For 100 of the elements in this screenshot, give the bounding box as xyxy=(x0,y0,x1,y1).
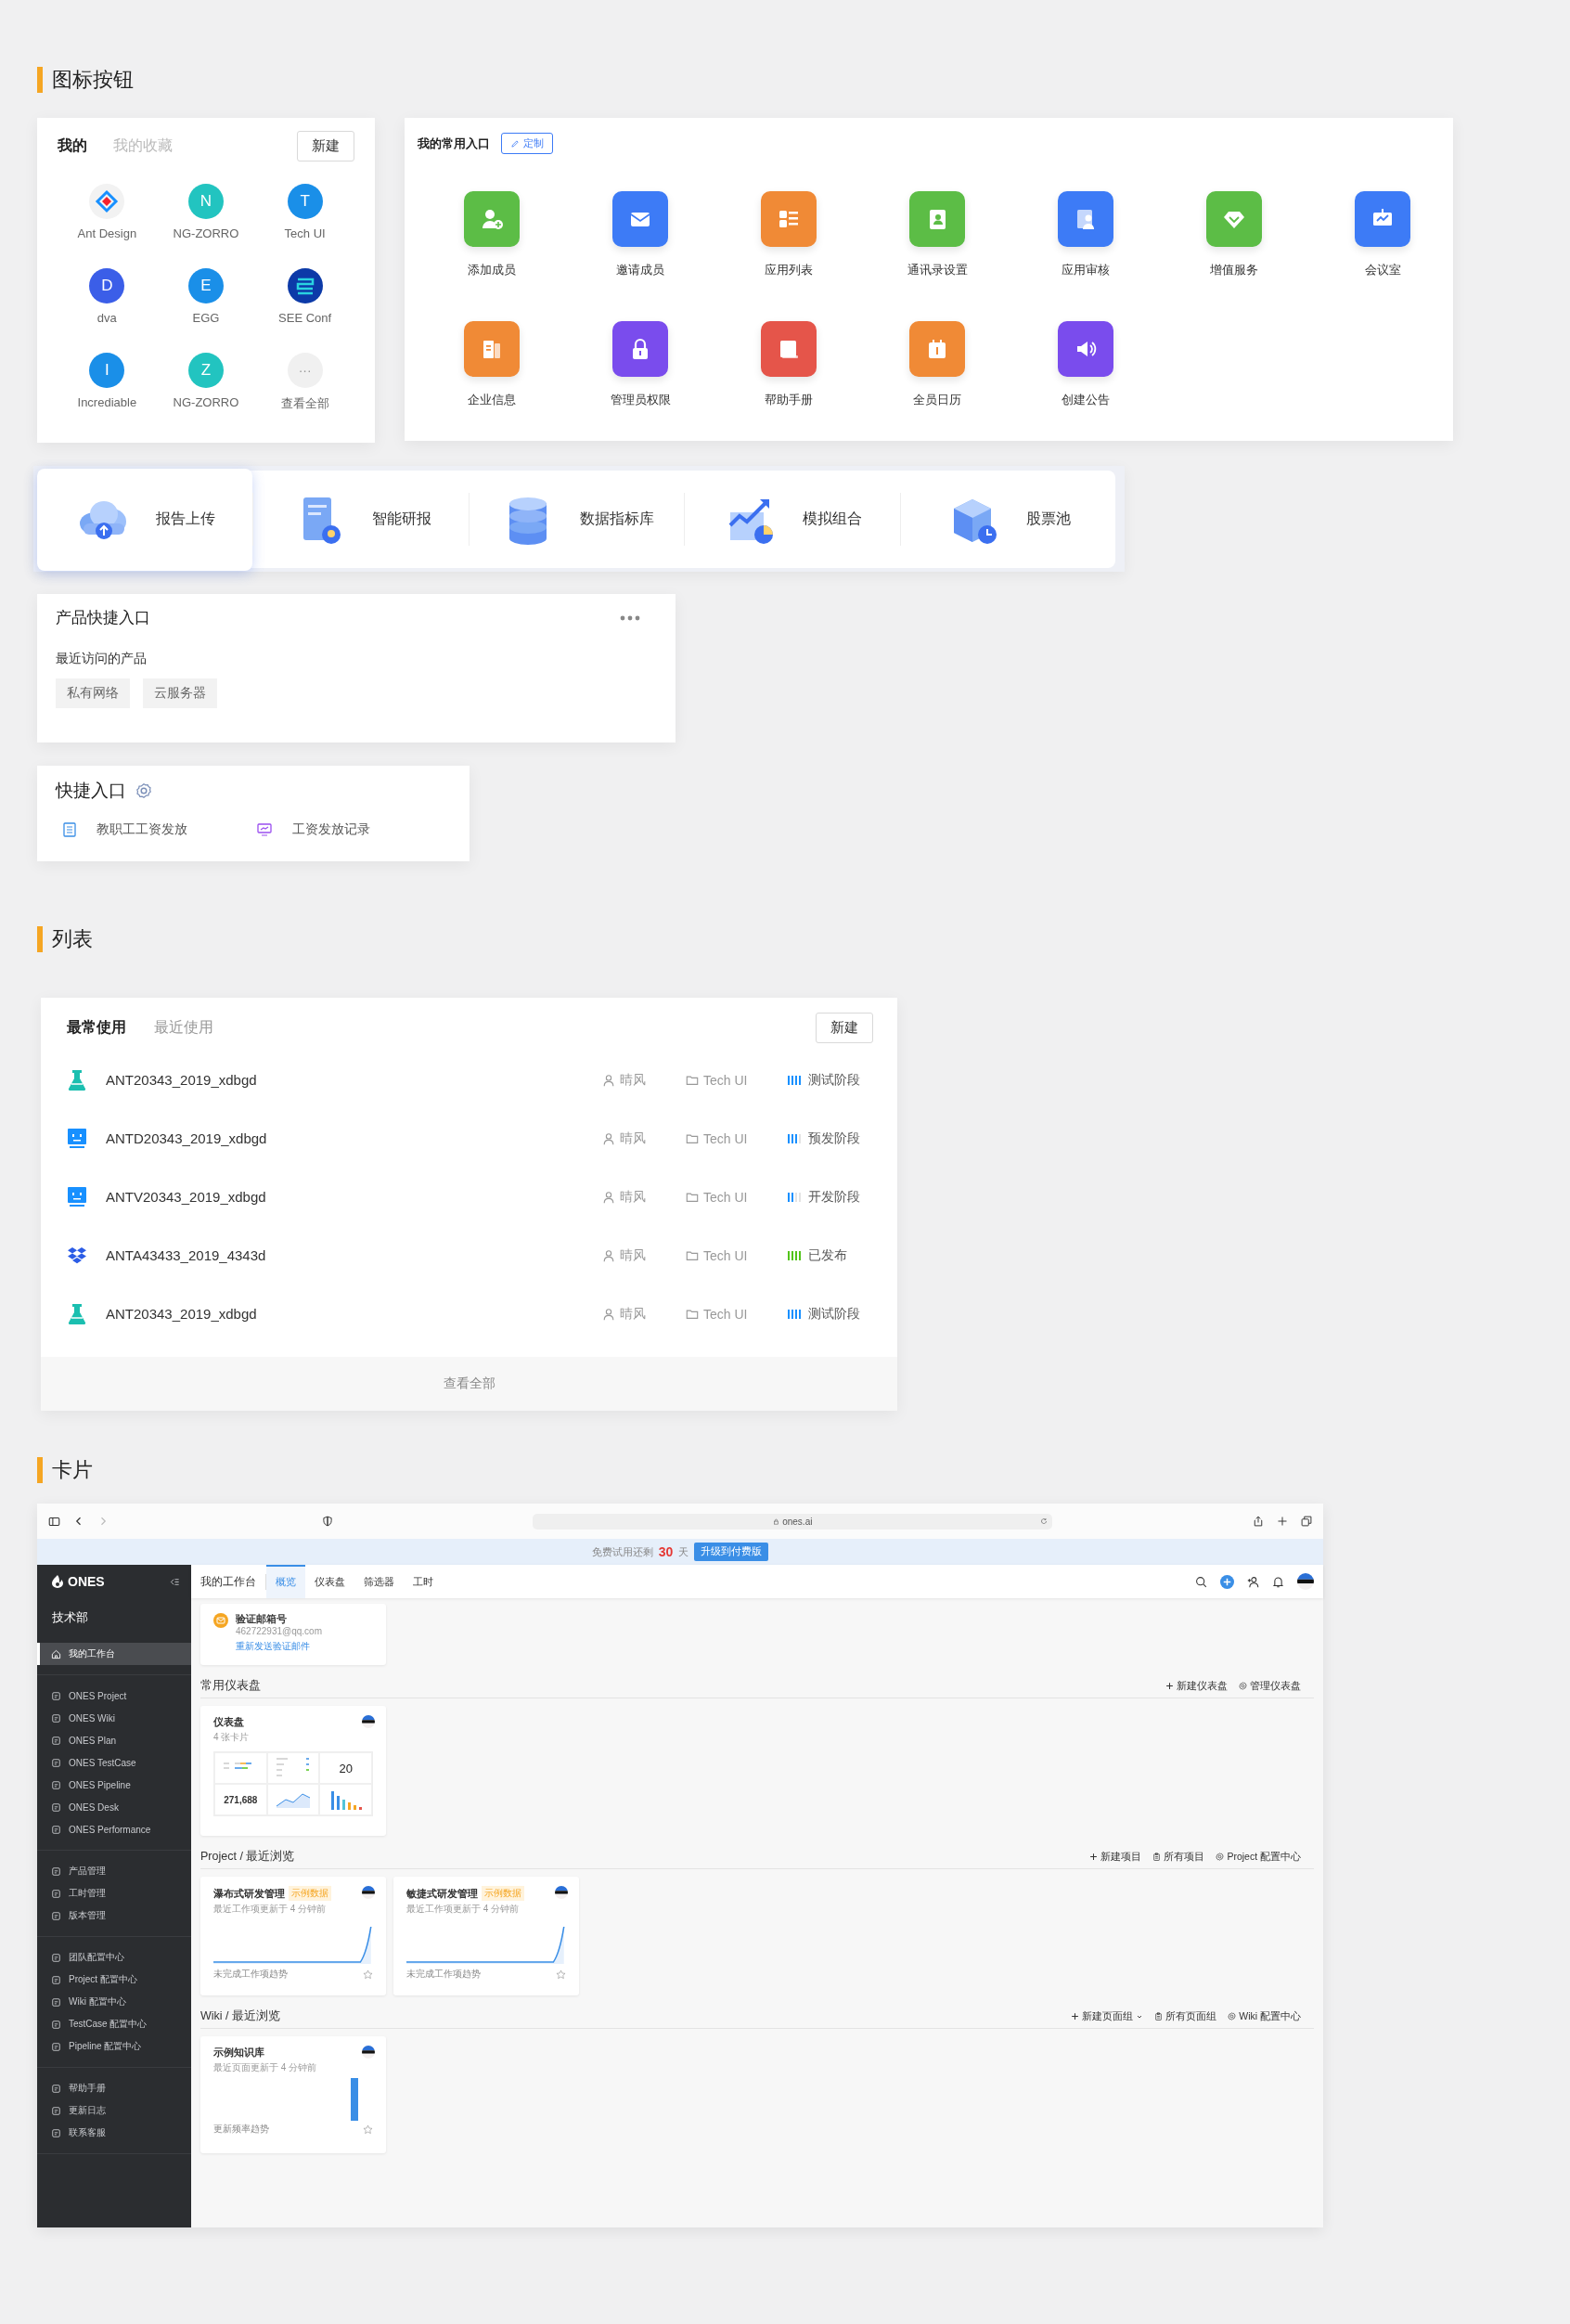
nav-item[interactable]: 工时管理 xyxy=(37,1882,191,1904)
diamond-logo-icon[interactable] xyxy=(89,184,125,219)
product-tag[interactable]: 云服务器 xyxy=(143,678,217,708)
card-title: 产品快捷入口 xyxy=(56,608,150,628)
new-button[interactable]: 新建 xyxy=(297,131,354,161)
nav-item[interactable]: ONES TestCase xyxy=(37,1751,191,1774)
item-name[interactable]: ANT20343_2019_xdbgd xyxy=(106,1072,602,1088)
shortcut-tile[interactable] xyxy=(909,191,965,247)
shortcut-tile[interactable] xyxy=(1206,191,1262,247)
collapse-icon[interactable] xyxy=(170,1576,180,1587)
reload-icon[interactable] xyxy=(1040,1517,1049,1525)
shortcut-tile[interactable] xyxy=(761,191,817,247)
sidebar-icon[interactable] xyxy=(48,1515,60,1528)
tabs-icon[interactable] xyxy=(1300,1516,1312,1527)
create-action[interactable]: 新建项目 xyxy=(1089,1850,1142,1864)
shortcut-tile[interactable] xyxy=(1058,321,1113,377)
address-bar[interactable]: ones.ai xyxy=(533,1513,1053,1530)
item-name[interactable]: ANTD20343_2019_xdbgd xyxy=(106,1130,602,1146)
nav-item[interactable]: 产品管理 xyxy=(37,1860,191,1882)
header-tab[interactable]: 筛选器 xyxy=(354,1565,404,1598)
quick-link[interactable]: 工资发放记录 xyxy=(257,821,451,838)
quick-link[interactable]: 教职工工资发放 xyxy=(63,821,257,838)
plus-icon[interactable] xyxy=(1276,1516,1288,1527)
card-title: 示例知识库 xyxy=(213,2046,264,2059)
nav-item[interactable]: ONES Desk xyxy=(37,1796,191,1818)
nav-item[interactable]: Pipeline 配置中心 xyxy=(37,2035,191,2058)
nav-item[interactable]: 帮助手册 xyxy=(37,2077,191,2099)
shortcut-tile[interactable] xyxy=(1058,191,1113,247)
settings-action[interactable]: Project 配置中心 xyxy=(1216,1850,1301,1864)
shortcut-tile[interactable] xyxy=(909,321,965,377)
header-tab[interactable]: 仪表盘 xyxy=(305,1565,354,1598)
nav-item[interactable]: ONES Project xyxy=(37,1685,191,1707)
list-tab[interactable]: 最常使用 xyxy=(67,1018,126,1038)
dashboard-card[interactable]: 仪表盘 4 张卡片 20 271,688 xyxy=(200,1706,386,1836)
nav-item[interactable]: Wiki 配置中心 xyxy=(37,1991,191,2013)
nav-item[interactable]: ONES Wiki xyxy=(37,1707,191,1729)
project-card[interactable]: 敏捷式研发管理 示例数据 最近工作项更新于 4 分钟前 未完成工作项趋势 xyxy=(393,1877,579,1995)
new-button[interactable]: 新建 xyxy=(816,1013,873,1043)
shortcut-tile[interactable] xyxy=(612,191,668,247)
settings-icon xyxy=(1239,1682,1247,1690)
nav-item[interactable]: 我的工作台 xyxy=(37,1643,191,1665)
create-action[interactable]: 新建仪表盘 xyxy=(1165,1679,1228,1693)
share-icon[interactable] xyxy=(1252,1516,1264,1527)
panel-tab[interactable]: 我的 xyxy=(58,136,87,156)
settings-action[interactable]: Wiki 配置中心 xyxy=(1228,2009,1301,2023)
stripes-logo-icon[interactable] xyxy=(287,268,323,303)
item-name[interactable]: ANTV20343_2019_xdbgd xyxy=(106,1189,602,1205)
create-action[interactable]: 新建页面组 xyxy=(1071,2009,1144,2023)
shortcut-tile[interactable] xyxy=(612,321,668,377)
product-tag[interactable]: 私有网络 xyxy=(56,678,130,708)
feature-tab[interactable]: 报告上传 xyxy=(37,468,253,571)
avatar-icon xyxy=(362,2046,375,2059)
owner-name: 晴风 xyxy=(620,1305,646,1323)
nav-item[interactable]: TestCase 配置中心 xyxy=(37,2013,191,2035)
header-tab[interactable]: 工时 xyxy=(404,1565,443,1598)
search-icon[interactable] xyxy=(1195,1575,1207,1588)
resend-link[interactable]: 重新发送验证邮件 xyxy=(236,1640,310,1653)
robot-face-icon xyxy=(67,1185,87,1208)
customize-button[interactable]: 定制 xyxy=(501,133,553,154)
shortcut-tile[interactable] xyxy=(464,191,520,247)
card-title: 敏捷式研发管理 xyxy=(406,1886,478,1901)
nav-item[interactable]: 团队配置中心 xyxy=(37,1946,191,1969)
nav-item[interactable]: 更新日志 xyxy=(37,2099,191,2122)
settings-action[interactable]: 管理仪表盘 xyxy=(1239,1679,1301,1693)
browse-action[interactable]: 所有页面组 xyxy=(1154,2009,1217,2023)
area-sparkline xyxy=(275,1791,312,1808)
feature-tab[interactable]: 股票池 xyxy=(899,471,1116,568)
more-icon[interactable] xyxy=(620,614,640,621)
add-person-icon[interactable] xyxy=(1247,1575,1259,1588)
monitor-chart-icon xyxy=(257,823,272,836)
avatar-icon xyxy=(555,1886,568,1899)
bell-icon[interactable] xyxy=(1272,1575,1284,1588)
nav-item[interactable]: ONES Performance xyxy=(37,1818,191,1840)
letter-avatar[interactable]: D xyxy=(89,268,125,303)
star-icon[interactable] xyxy=(556,1969,566,1980)
shortcut-tile[interactable] xyxy=(761,321,817,377)
star-icon[interactable] xyxy=(363,1969,373,1980)
item-name[interactable]: ANT20343_2019_xdbgd xyxy=(106,1306,602,1322)
app-label: EGG xyxy=(192,311,220,325)
browse-action[interactable]: 所有项目 xyxy=(1152,1850,1205,1864)
shortcut-tile[interactable] xyxy=(464,321,520,377)
item-name[interactable]: ANTA43433_2019_4343d xyxy=(106,1247,602,1263)
project-card[interactable]: 瀑布式研发管理 示例数据 最近工作项更新于 4 分钟前 未完成工作项趋势 xyxy=(200,1877,386,1995)
nav-item[interactable]: 版本管理 xyxy=(37,1904,191,1927)
view-all-link[interactable]: 查看全部 xyxy=(41,1357,897,1411)
feature-tab[interactable]: 模拟组合 xyxy=(684,471,900,568)
nav-item[interactable]: ONES Pipeline xyxy=(37,1774,191,1796)
nav-item[interactable]: ONES Plan xyxy=(37,1729,191,1751)
feature-tab[interactable]: 数据指标库 xyxy=(468,471,685,568)
square-icon xyxy=(51,1996,61,2008)
nav-item[interactable]: 联系客服 xyxy=(37,2122,191,2144)
settings-icon[interactable] xyxy=(135,782,152,799)
wiki-card[interactable]: 示例知识库 最近页面更新于 4 分钟前 更新频率趋势 xyxy=(200,2036,386,2153)
shortcut-tile[interactable] xyxy=(1355,191,1410,247)
app-label: Ant Design xyxy=(77,226,137,240)
add-icon[interactable] xyxy=(1220,1574,1234,1589)
pencil-icon xyxy=(510,138,520,148)
feature-tab[interactable]: 智能研报 xyxy=(252,471,469,568)
nav-item[interactable]: Project 配置中心 xyxy=(37,1969,191,1991)
star-icon[interactable] xyxy=(363,2124,373,2135)
